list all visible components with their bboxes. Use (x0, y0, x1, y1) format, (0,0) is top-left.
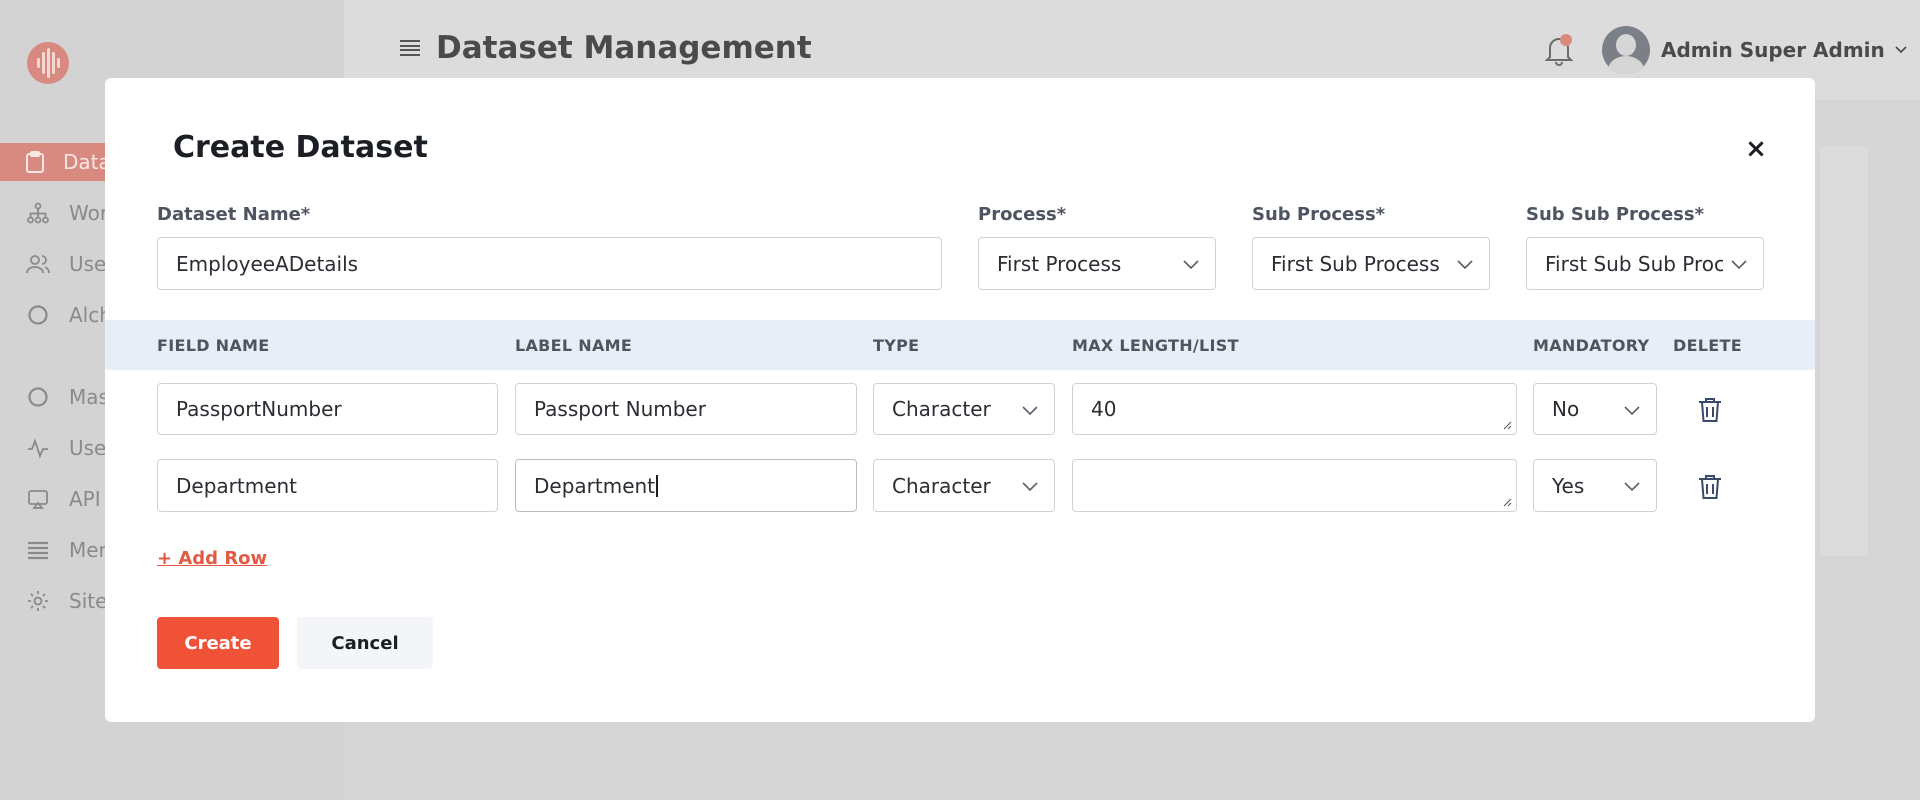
process-value: First Process (997, 251, 1122, 276)
sitemap-icon (25, 200, 51, 226)
mandatory-value: No (1552, 397, 1580, 421)
type-select[interactable]: Character (873, 383, 1055, 435)
max-length-textarea[interactable]: 40 (1072, 383, 1517, 435)
max-length-value: 40 (1091, 397, 1117, 421)
dataset-name-input[interactable]: EmployeeADetails (157, 237, 942, 290)
chevron-down-icon (1022, 406, 1038, 416)
user-menu[interactable]: Admin Super Admin (1661, 38, 1907, 62)
add-row-link[interactable]: + Add Row (157, 548, 267, 569)
chevron-down-icon (1731, 260, 1747, 270)
trash-icon[interactable] (1697, 396, 1723, 424)
hamburger-menu-icon[interactable] (400, 40, 420, 56)
resize-handle-icon[interactable] (1502, 497, 1512, 507)
sub-process-select[interactable]: First Sub Process (1252, 237, 1490, 290)
chevron-down-icon (1895, 46, 1907, 54)
list-icon (25, 537, 51, 563)
sub-sub-process-value: First Sub Sub Proc (1545, 251, 1723, 276)
sidebar-item-label: Mas (69, 385, 109, 409)
sidebar-item-label: Site (69, 589, 108, 613)
sub-sub-process-label: Sub Sub Process* (1526, 204, 1705, 225)
type-select[interactable]: Character (873, 459, 1055, 512)
label-name-input[interactable]: Department (515, 459, 857, 512)
monitor-icon (25, 486, 51, 512)
sub-sub-process-select[interactable]: First Sub Sub Proc (1526, 237, 1764, 290)
chevron-down-icon (1624, 406, 1640, 416)
notification-bell-icon[interactable] (1544, 34, 1574, 66)
create-button[interactable]: Create (157, 617, 279, 669)
chevron-down-icon (1022, 482, 1038, 492)
mandatory-select[interactable]: Yes (1533, 459, 1657, 512)
sub-process-value: First Sub Process (1271, 251, 1440, 276)
field-name-input[interactable]: Department (157, 459, 498, 512)
sidebar-item-label: Use (69, 252, 107, 276)
process-select[interactable]: First Process (978, 237, 1216, 290)
chevron-down-icon (1183, 260, 1199, 270)
modal-title: Create Dataset (173, 130, 428, 165)
user-name: Admin Super Admin (1661, 38, 1885, 62)
process-label: Process* (978, 204, 1067, 225)
activity-icon (25, 435, 51, 461)
create-dataset-modal: Create Dataset × Dataset Name* EmployeeA… (105, 78, 1815, 722)
circle-icon (25, 384, 51, 410)
sidebar-item-label: Wor (69, 201, 109, 225)
field-name-input[interactable]: PassportNumber (157, 383, 498, 435)
type-value: Character (892, 473, 991, 498)
column-header: DELETE (1673, 336, 1742, 355)
mandatory-select[interactable]: No (1533, 383, 1657, 435)
app-logo (27, 42, 69, 84)
cancel-button[interactable]: Cancel (297, 617, 433, 669)
dataset-name-label: Dataset Name* (157, 204, 311, 225)
column-header: MAX LENGTH/LIST (1072, 336, 1239, 355)
type-value: Character (892, 397, 991, 421)
fields-table-header: FIELD NAME LABEL NAME TYPE MAX LENGTH/LI… (105, 320, 1815, 370)
clipboard-icon (25, 149, 45, 175)
notification-dot (1560, 34, 1572, 46)
text-cursor (656, 474, 659, 497)
gear-icon (25, 588, 51, 614)
column-header: LABEL NAME (515, 336, 633, 355)
page-header: Dataset Management (400, 30, 812, 66)
avatar[interactable] (1602, 26, 1650, 74)
page-title: Dataset Management (436, 30, 812, 66)
sidebar-item-label: Use (69, 436, 107, 460)
background-card (1820, 146, 1868, 556)
circle-icon (25, 302, 51, 328)
sidebar-item-label: Data (63, 150, 111, 174)
users-icon (25, 251, 51, 277)
sidebar-item-dataset[interactable]: Data (0, 143, 111, 181)
chevron-down-icon (1624, 482, 1640, 492)
close-icon[interactable]: × (1741, 134, 1771, 164)
label-name-value: Department (534, 473, 656, 498)
mandatory-value: Yes (1552, 473, 1585, 498)
column-header: TYPE (873, 336, 920, 355)
max-length-textarea[interactable] (1072, 459, 1517, 512)
column-header: MANDATORY (1533, 336, 1650, 355)
chevron-down-icon (1457, 260, 1473, 270)
sidebar-item-label: API (69, 487, 101, 511)
label-name-input[interactable]: Passport Number (515, 383, 857, 435)
trash-icon[interactable] (1697, 473, 1723, 501)
sub-process-label: Sub Process* (1252, 204, 1386, 225)
resize-handle-icon[interactable] (1502, 420, 1512, 430)
column-header: FIELD NAME (157, 336, 270, 355)
